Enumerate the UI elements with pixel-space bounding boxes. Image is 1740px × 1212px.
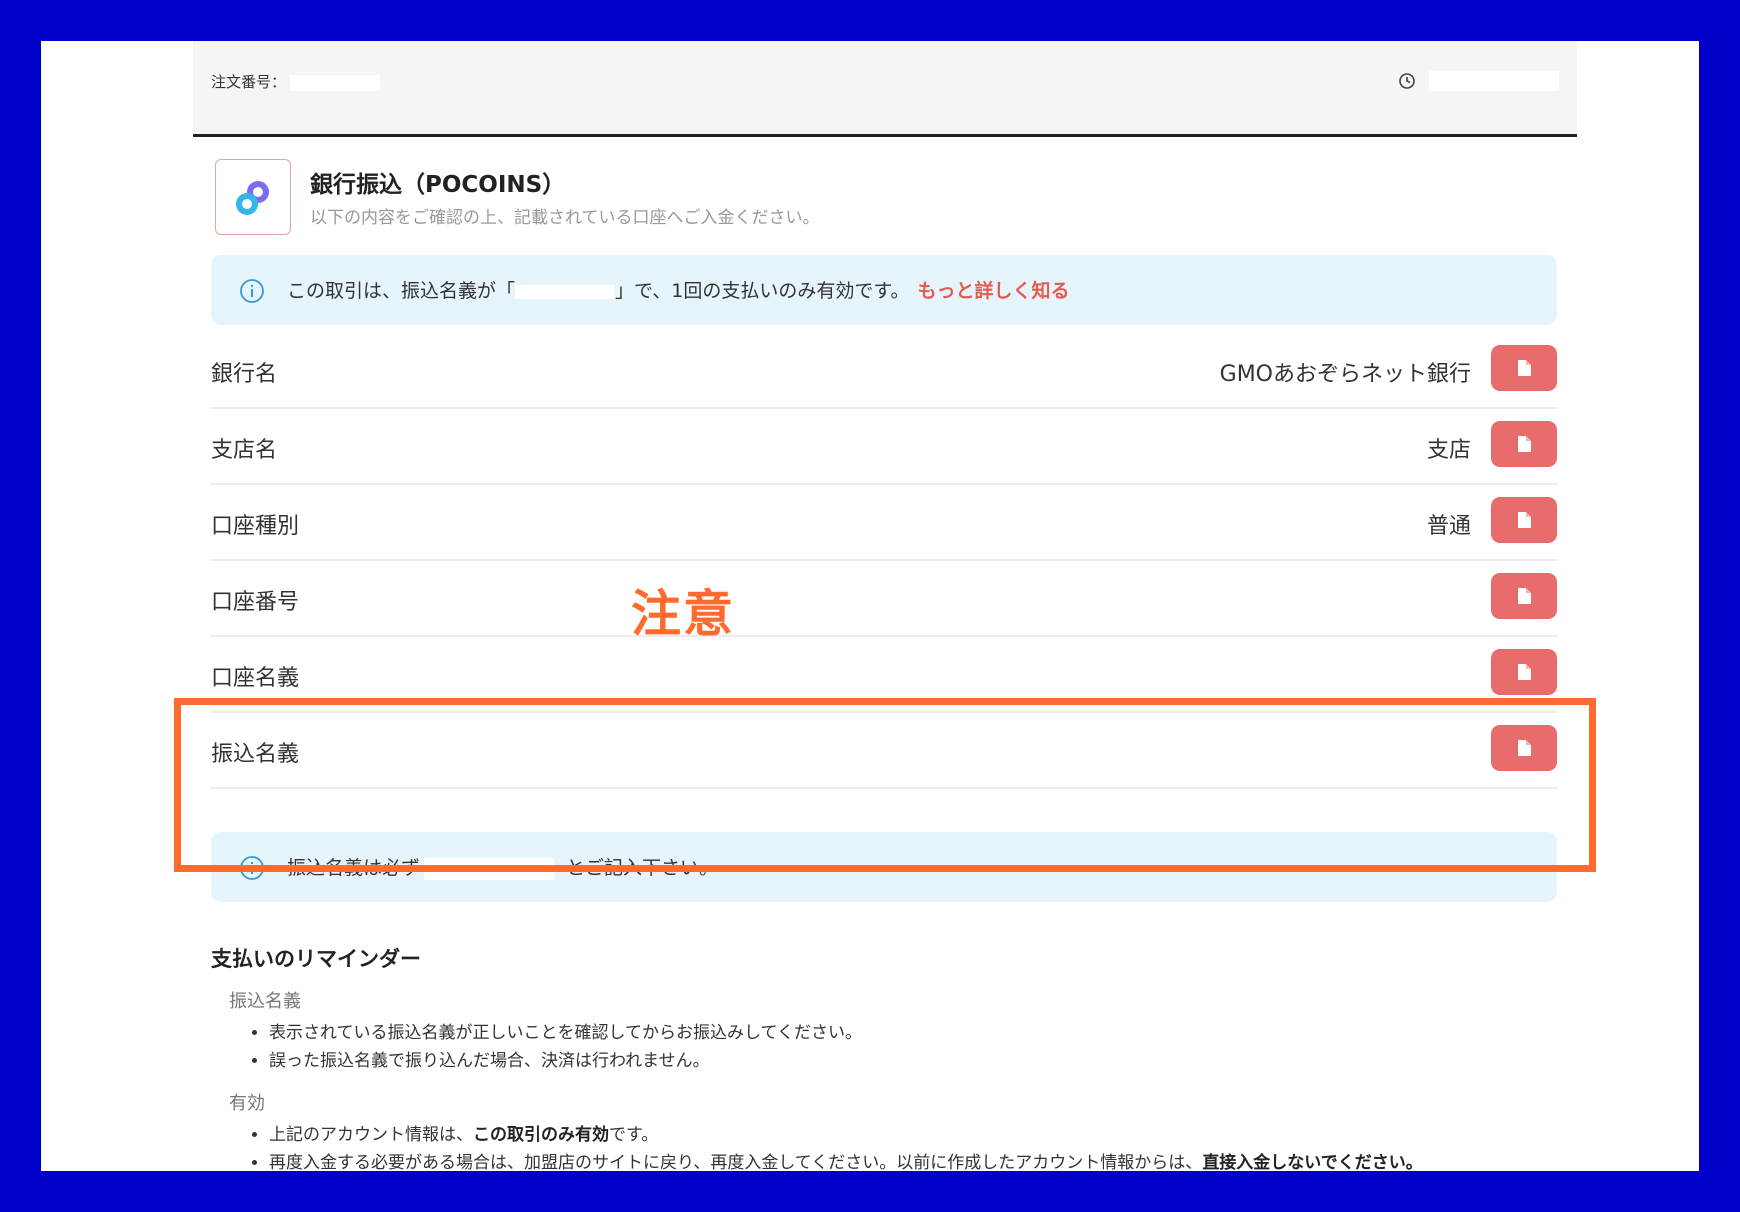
row-label: 口座種別 (211, 514, 300, 539)
copy-icon (1518, 740, 1531, 756)
list-item: 誤った振込名義で振り込んだ場合、決済は行われません。 (269, 1047, 1557, 1075)
copy-icon (1518, 512, 1531, 528)
transfer-name-notice: 振込名義は必ず とご記入下さい。 (211, 832, 1557, 902)
row-label: 支店名 (211, 438, 278, 463)
list-item-text: 再度入金する必要がある場合は、加盟店のサイトに戻り、再度入金してください。以前に… (269, 1153, 1203, 1171)
info-icon (240, 279, 264, 303)
row-label: 銀行名 (211, 362, 278, 387)
copy-button-account-type[interactable] (1491, 497, 1557, 543)
list-item-text: です。 (609, 1125, 659, 1145)
list-item: 表示されている振込名義が正しいことを確認してからお振込みしてください。 (269, 1019, 1557, 1047)
list-item-emphasis: 直接入金しないでください。 (1202, 1153, 1423, 1171)
row-label: 振込名義 (211, 742, 300, 767)
list-item-emphasis: この取引のみ有効 (473, 1125, 609, 1145)
detail-row-bank-name: 銀行名 GMOあおぞらネット銀行 (211, 333, 1557, 409)
copy-button-transfer-name[interactable] (1491, 725, 1557, 771)
list-item-text: 上記のアカウント情報は、 (269, 1125, 473, 1145)
learn-more-link[interactable]: もっと詳しく知る (917, 280, 1069, 302)
transfer-note-after: とご記入下さい。 (566, 857, 719, 879)
reminder-heading-transfer-name: 振込名義 (229, 991, 301, 1012)
payment-content: 銀行振込（POCOINS） 以下の内容をご確認の上、記載されている口座へご入金く… (193, 137, 1577, 1171)
screenshot-frame: 注文番号： 銀行振込（POCOINS） 以下の内容をご確認の上、記載されている口… (41, 41, 1699, 1171)
detail-row-account-holder: 口座名義 (211, 637, 1557, 713)
warning-annotation: 注意 (631, 585, 735, 643)
order-number: 注文番号： (211, 71, 381, 92)
copy-icon (1518, 360, 1531, 376)
order-header: 注文番号： (193, 41, 1577, 137)
notice-name-redacted (515, 284, 616, 299)
transfer-note-before: 振込名義は必ず (287, 857, 421, 879)
row-label: 口座名義 (211, 666, 300, 691)
notice-text-before: この取引は、振込名義が「 (287, 280, 516, 302)
reminder-heading-validity: 有効 (229, 1093, 265, 1114)
copy-button-account-holder[interactable] (1491, 649, 1557, 695)
countdown-redacted (1429, 71, 1559, 91)
copy-icon (1518, 436, 1531, 452)
detail-row-account-number: 口座番号 (211, 561, 1557, 637)
detail-row-branch: 支店名 支店 (211, 409, 1557, 485)
notice-text-after: 」で、1回の支払いのみ有効です。 (615, 280, 910, 302)
row-value: GMOあおぞらネット銀行 (1219, 362, 1471, 387)
account-details: 銀行名 GMOあおぞらネット銀行 支店名 支店 口座種別 普通 口座番号 口座名… (211, 333, 1557, 789)
row-value: 普通 (1426, 514, 1471, 539)
payment-page: 注文番号： 銀行振込（POCOINS） 以下の内容をご確認の上、記載されている口… (193, 41, 1577, 1171)
link-chain-icon (236, 181, 269, 215)
transfer-name-redacted (424, 857, 555, 880)
transfer-note-text: 振込名義は必ず とご記入下さい。 (287, 853, 718, 880)
payment-reminder: 支払いのリマインダー 振込名義 表示されている振込名義が正しいことを確認してから… (211, 943, 1557, 1171)
one-time-notice: この取引は、振込名義が「 」で、1回の支払いのみ有効です。 もっと詳しく知る (211, 255, 1557, 325)
detail-row-account-type: 口座種別 普通 (211, 485, 1557, 561)
clock-icon (1399, 73, 1415, 89)
method-logo (215, 159, 291, 235)
row-value: 支店 (1426, 438, 1471, 463)
copy-button-account-number[interactable] (1491, 573, 1557, 619)
reminder-list-transfer-name: 表示されている振込名義が正しいことを確認してからお振込みしてください。 誤った振… (211, 1019, 1557, 1075)
row-label: 口座番号 (211, 590, 300, 615)
list-item: 上記のアカウント情報は、この取引のみ有効です。 (269, 1121, 1557, 1149)
copy-button-bank-name[interactable] (1491, 345, 1557, 391)
reminder-title: 支払いのリマインダー (211, 947, 421, 971)
list-item: 再度入金する必要がある場合は、加盟店のサイトに戻り、再度入金してください。以前に… (269, 1149, 1557, 1171)
info-icon (240, 856, 264, 880)
copy-icon (1518, 588, 1531, 604)
method-title: 銀行振込（POCOINS） (310, 172, 566, 198)
detail-row-transfer-name: 振込名義 (211, 713, 1557, 789)
order-number-label: 注文番号： (211, 73, 287, 91)
method-subtitle: 以下の内容をご確認の上、記載されている口座へご入金ください。 (310, 208, 820, 228)
copy-icon (1518, 664, 1531, 680)
reminder-list-validity: 上記のアカウント情報は、この取引のみ有効です。 再度入金する必要がある場合は、加… (211, 1121, 1557, 1171)
order-number-redacted (290, 74, 381, 91)
copy-button-branch[interactable] (1491, 421, 1557, 467)
notice-text: この取引は、振込名義が「 」で、1回の支払いのみ有効です。 もっと詳しく知る (287, 276, 1069, 303)
